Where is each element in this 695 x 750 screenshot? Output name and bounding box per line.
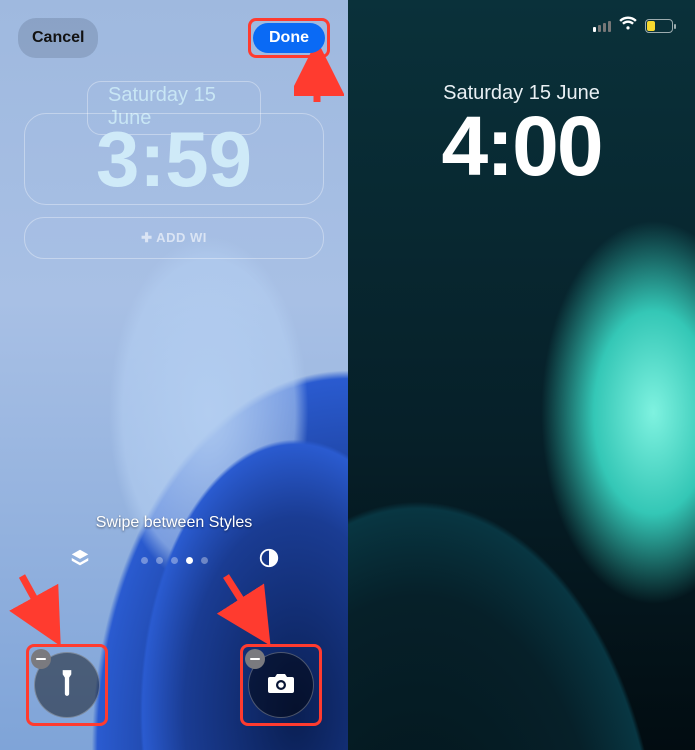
done-button[interactable]: Done xyxy=(253,23,325,53)
battery-icon xyxy=(645,19,673,33)
camera-highlight-annotation xyxy=(240,644,322,726)
clock-widget[interactable]: 3:59 xyxy=(24,113,324,205)
flashlight-quick-action[interactable] xyxy=(34,652,100,718)
add-widgets-button[interactable]: ✚ ADD WI xyxy=(24,217,324,259)
contrast-icon[interactable] xyxy=(258,547,280,574)
editor-topbar: Cancel Done xyxy=(0,18,348,58)
arrow-annotation-camera xyxy=(208,570,288,650)
wifi-icon xyxy=(619,16,637,35)
remove-badge-icon[interactable] xyxy=(31,649,51,669)
status-bar xyxy=(593,16,673,35)
date-text: Saturday 15 June xyxy=(348,82,695,105)
battery-fill xyxy=(647,21,655,31)
quick-actions-row xyxy=(0,644,348,726)
clock-text: 4:00 xyxy=(348,104,695,188)
done-highlight-annotation: Done xyxy=(248,18,330,58)
add-widgets-label: ✚ ADD WI xyxy=(141,230,207,246)
clock-text: 3:59 xyxy=(96,120,252,198)
swipe-styles-label: Swipe between Styles xyxy=(0,514,348,532)
camera-icon xyxy=(266,671,296,700)
style-controls-row xyxy=(0,547,348,574)
lockscreen-edit-pane: Cancel Done Saturday 15 June 3:59 ✚ ADD … xyxy=(0,0,348,750)
flashlight-highlight-annotation xyxy=(26,644,108,726)
flashlight-icon xyxy=(54,668,80,703)
cancel-button[interactable]: Cancel xyxy=(18,18,98,58)
style-page-dots[interactable] xyxy=(141,557,208,564)
camera-quick-action[interactable] xyxy=(248,652,314,718)
arrow-annotation-flashlight xyxy=(8,570,78,650)
remove-badge-icon[interactable] xyxy=(245,649,265,669)
cellular-icon xyxy=(593,20,611,32)
layers-icon[interactable] xyxy=(69,547,91,574)
lockscreen-live-pane: Saturday 15 June 4:00 xyxy=(348,0,695,750)
